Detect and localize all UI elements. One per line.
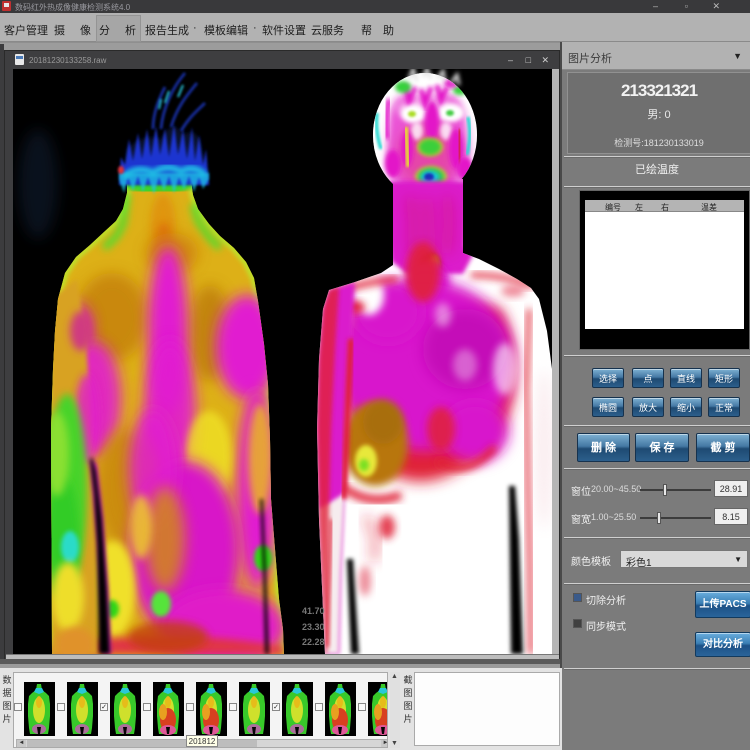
svg-text:23.30: 23.30 <box>302 622 325 632</box>
svg-text:41.70: 41.70 <box>302 606 325 616</box>
svg-text:22.28: 22.28 <box>302 637 325 647</box>
